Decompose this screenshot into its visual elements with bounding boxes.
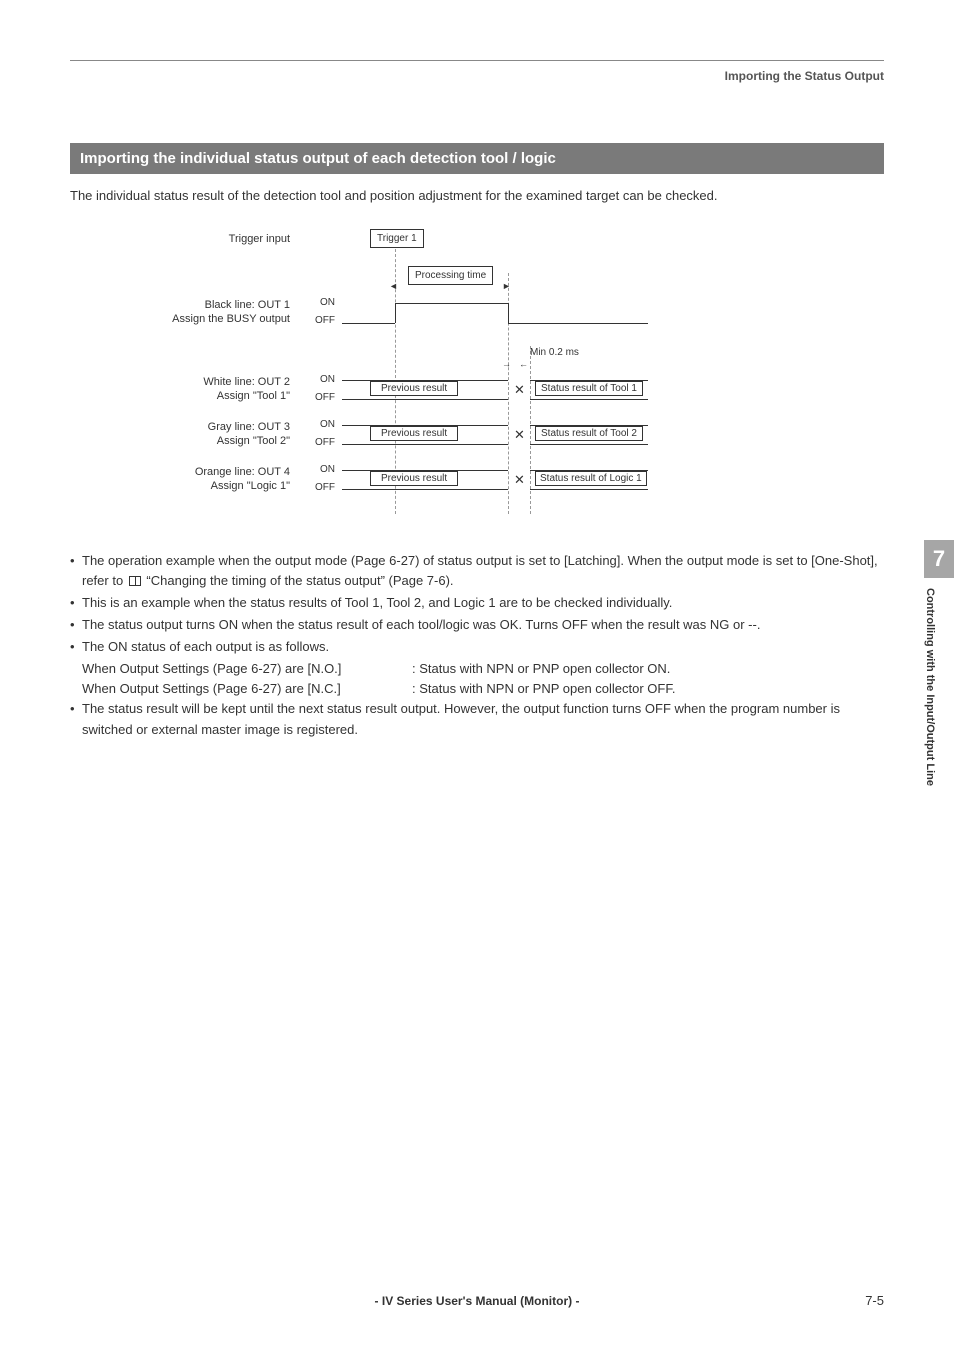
row2-on: ON	[305, 374, 335, 385]
row2-assign: Assign "Tool 1"	[217, 390, 290, 402]
x-icon-2: ✕	[514, 428, 525, 441]
bullet-4-no-left: When Output Settings (Page 6-27) are [N.…	[82, 659, 412, 679]
row2-off: OFF	[305, 392, 335, 403]
section-title: Importing the individual status output o…	[70, 143, 884, 174]
side-tab: 7 Controlling with the Input/Output Line	[924, 540, 954, 796]
bullet-2: This is an example when the status resul…	[82, 593, 672, 613]
trigger1-box: Trigger 1	[370, 229, 424, 248]
row4-off: OFF	[305, 482, 335, 493]
arrow-left2-icon: →	[502, 359, 511, 369]
processing-time-box: Processing time	[408, 266, 493, 285]
bullet-4-nc-left: When Output Settings (Page 6-27) are [N.…	[82, 679, 412, 699]
arrow-right-icon: ►	[502, 281, 511, 291]
page-number: 7-5	[865, 1293, 884, 1308]
row2-status: Status result of Tool 1	[535, 381, 643, 396]
row3-assign: Assign "Tool 2"	[217, 435, 290, 447]
row3-name: Gray line: OUT 3	[208, 421, 290, 433]
row4-assign: Assign "Logic 1"	[211, 480, 290, 492]
x-icon-3: ✕	[514, 473, 525, 486]
x-icon-1: ✕	[514, 383, 525, 396]
row4-on: ON	[305, 464, 335, 475]
arrow-left-icon: ◄	[389, 281, 398, 291]
chapter-title: Controlling with the Input/Output Line	[924, 578, 943, 796]
bullet-4-no-right: : Status with NPN or PNP open collector …	[412, 659, 670, 679]
row1-on: ON	[305, 297, 335, 308]
book-icon	[129, 576, 141, 586]
bullet-list: • The operation example when the output …	[70, 551, 884, 740]
row2-prev: Previous result	[370, 381, 458, 396]
row1-name: Black line: OUT 1	[205, 299, 290, 311]
breadcrumb: Importing the Status Output	[70, 69, 884, 83]
bullet-3: The status output turns ON when the stat…	[82, 615, 760, 635]
row1-off: OFF	[305, 315, 335, 326]
chapter-number: 7	[924, 540, 954, 578]
intro-text: The individual status result of the dete…	[70, 186, 884, 206]
trigger-input-label: Trigger input	[229, 233, 290, 245]
row3-on: ON	[305, 419, 335, 430]
row4-name: Orange line: OUT 4	[195, 466, 290, 478]
timing-diagram: Trigger input Trigger 1 Processing time …	[110, 231, 670, 521]
footer-center: - IV Series User's Manual (Monitor) -	[0, 1294, 954, 1308]
bullet-1b: “Changing the timing of the status outpu…	[146, 573, 453, 588]
row4-status: Status result of Logic 1	[535, 471, 647, 486]
row4-prev: Previous result	[370, 471, 458, 486]
row3-prev: Previous result	[370, 426, 458, 441]
row3-status: Status result of Tool 2	[535, 426, 643, 441]
bullet-4: The ON status of each output is as follo…	[82, 637, 329, 657]
row2-name: White line: OUT 2	[203, 376, 290, 388]
row1-assign: Assign the BUSY output	[172, 313, 290, 325]
bullet-4-nc-right: : Status with NPN or PNP open collector …	[412, 679, 675, 699]
min-label: Min 0.2 ms	[530, 347, 579, 358]
row3-off: OFF	[305, 437, 335, 448]
bullet-5: The status result will be kept until the…	[82, 699, 884, 739]
arrow-right2-icon: ←	[519, 359, 528, 369]
